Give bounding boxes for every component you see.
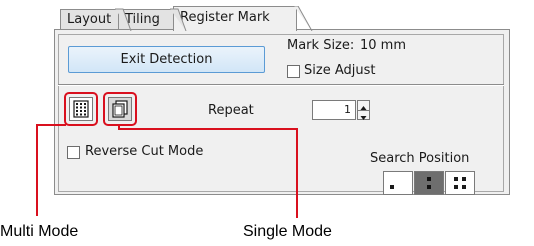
single-mode-callout-line <box>118 128 298 130</box>
tab-layout[interactable]: Layout <box>60 9 119 30</box>
single-mode-callout-line <box>296 128 298 218</box>
repeat-input[interactable]: 1 <box>312 100 356 120</box>
multi-mode-callout-line <box>36 124 66 126</box>
search-position-option-1[interactable] <box>383 171 413 195</box>
stepper-up[interactable] <box>358 101 369 110</box>
repeat-label: Repeat <box>208 103 254 118</box>
reverse-cut-mode-checkbox[interactable] <box>67 146 80 159</box>
tab-separator-icon <box>294 6 313 31</box>
mark-size-label: Mark Size: <box>287 38 355 53</box>
repeat-stepper[interactable] <box>357 100 370 120</box>
multi-mode-caption: Multi Mode <box>0 223 79 240</box>
tab-bar: Layout Tiling Register Mark <box>60 6 510 31</box>
tab-separator-icon <box>115 8 132 31</box>
tab-register-mark-label: Register Mark <box>180 10 270 25</box>
size-adjust-label: Size Adjust <box>304 63 376 78</box>
tab-layout-label: Layout <box>67 12 112 27</box>
section-divider-highlight <box>58 85 504 86</box>
tab-separator-icon <box>170 8 187 31</box>
search-position-option-3[interactable] <box>445 171 475 195</box>
mark-size-value: 10 mm <box>360 38 407 53</box>
exit-detection-label: Exit Detection <box>120 52 213 67</box>
multi-mode-highlight <box>64 92 98 126</box>
search-position-option-2[interactable] <box>414 171 444 195</box>
two-dots-icon <box>427 177 431 189</box>
reverse-cut-mode-label: Reverse Cut Mode <box>85 144 204 159</box>
single-mode-caption: Single Mode <box>243 223 332 240</box>
four-dots-icon <box>454 177 466 189</box>
stepper-down[interactable] <box>358 110 369 120</box>
exit-detection-button[interactable]: Exit Detection <box>68 46 265 73</box>
arrow-down-icon <box>360 116 367 120</box>
multi-mode-callout-line <box>36 124 38 216</box>
search-position-label: Search Position <box>370 151 470 166</box>
single-dot-icon <box>390 185 394 189</box>
size-adjust-checkbox[interactable] <box>287 65 300 78</box>
tab-register-mark[interactable]: Register Mark <box>173 6 297 31</box>
single-mode-highlight <box>103 92 137 126</box>
